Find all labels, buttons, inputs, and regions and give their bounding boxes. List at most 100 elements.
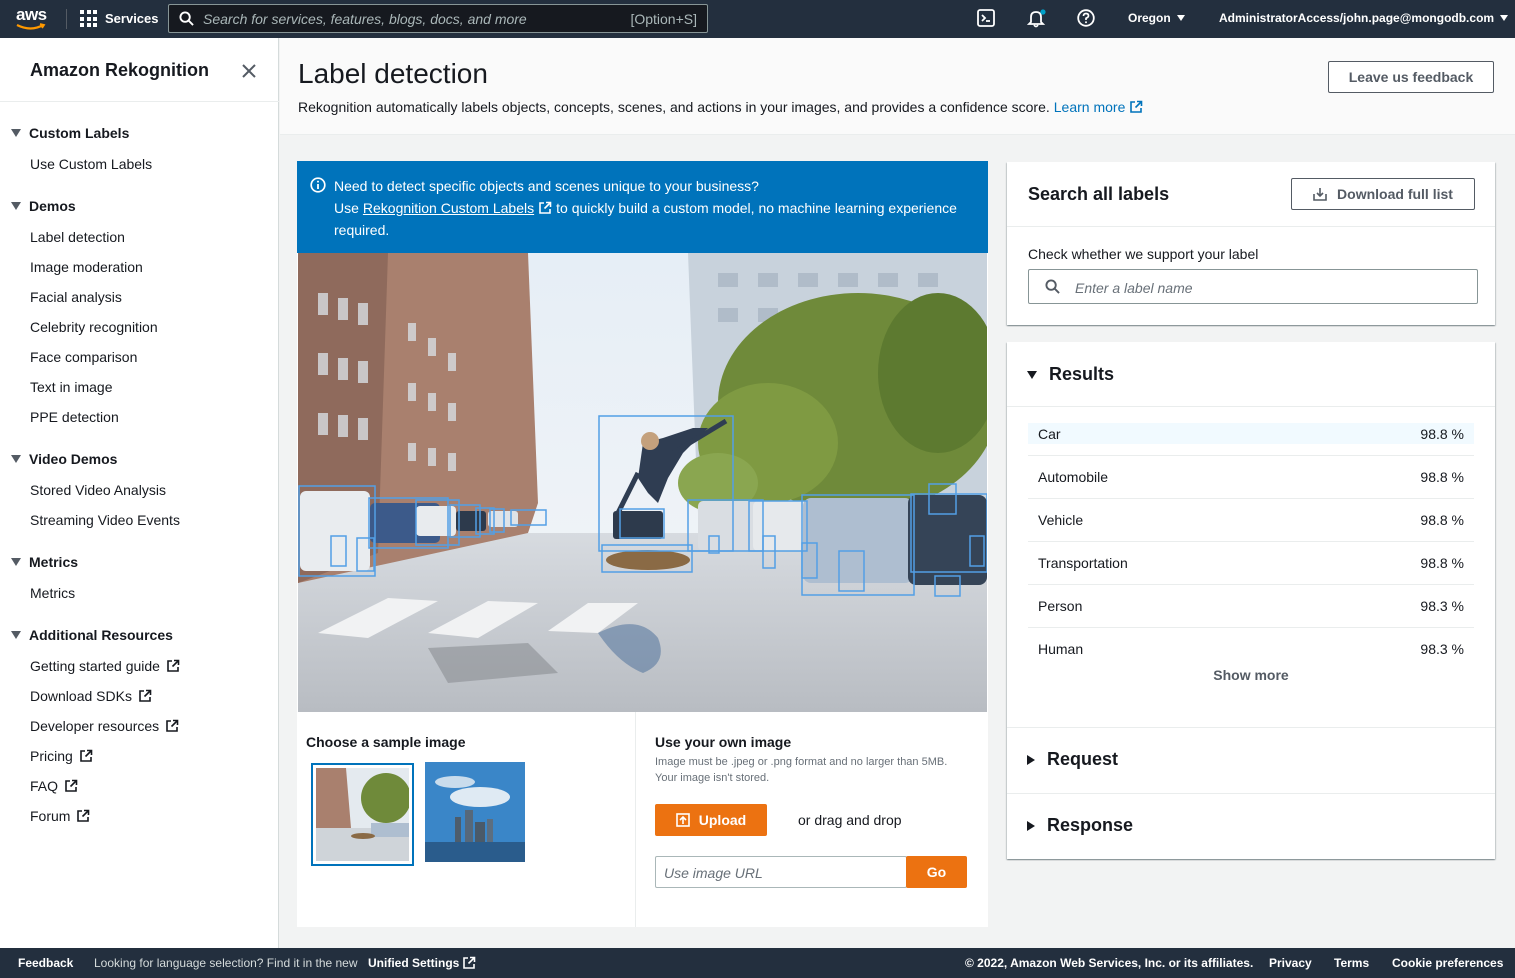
sample-thumbnail-city[interactable]	[425, 762, 525, 862]
image-url-input[interactable]: Use image URL	[655, 856, 907, 888]
label-search-input[interactable]: Enter a label name	[1028, 269, 1478, 304]
global-search-input[interactable]: Search for services, features, blogs, do…	[168, 4, 708, 33]
upload-label: Upload	[698, 812, 747, 828]
section-label: Video Demos	[29, 451, 118, 467]
sidebar-item-celebrity-recognition[interactable]: Celebrity recognition	[30, 319, 158, 335]
sidebar-section-metrics[interactable]: Metrics	[11, 554, 78, 570]
sidebar-item-streaming-video[interactable]: Streaming Video Events	[30, 512, 180, 528]
account-menu[interactable]: AdministratorAccess/john.page@mongodb.co…	[1219, 11, 1509, 25]
result-row-person[interactable]: Person 98.3 %	[1028, 595, 1474, 616]
analyzed-image	[298, 253, 987, 712]
unified-settings-link[interactable]: Unified Settings	[368, 956, 459, 970]
go-button[interactable]: Go	[906, 856, 967, 888]
external-link-icon	[166, 719, 179, 732]
external-link-icon	[167, 659, 180, 672]
info-icon	[310, 177, 326, 193]
external-link-icon	[539, 201, 552, 214]
sidebar-item-metrics[interactable]: Metrics	[30, 585, 75, 601]
aws-logo[interactable]: aws	[16, 5, 52, 33]
cloudshell-icon[interactable]	[977, 9, 995, 27]
close-icon[interactable]	[240, 62, 258, 80]
sidebar-item-developer-resources[interactable]: Developer resources	[30, 718, 179, 734]
footer-feedback-link[interactable]: Feedback	[18, 956, 73, 970]
custom-labels-link[interactable]: Rekognition Custom Labels	[363, 200, 534, 216]
region-label: Oregon	[1128, 11, 1171, 25]
sidebar-item-download-sdks[interactable]: Download SDKs	[30, 688, 152, 704]
sidebar-item-face-comparison[interactable]: Face comparison	[30, 349, 137, 365]
leave-feedback-button[interactable]: Leave us feedback	[1328, 61, 1494, 93]
sidebar-item-label: FAQ	[30, 778, 59, 794]
learn-more-link[interactable]: Learn more	[1054, 99, 1126, 115]
chevron-down-icon	[1500, 15, 1509, 21]
sidebar-item-label: Use Custom Labels	[30, 156, 153, 172]
sidebar-item-ppe-detection[interactable]: PPE detection	[30, 409, 119, 425]
sidebar-section-additional-resources[interactable]: Additional Resources	[11, 627, 173, 643]
request-accordion-header[interactable]: Request	[1027, 749, 1118, 770]
sidebar-item-image-moderation[interactable]: Image moderation	[30, 259, 143, 275]
aws-smile-icon	[16, 23, 46, 30]
sidebar-item-stored-video[interactable]: Stored Video Analysis	[30, 482, 166, 498]
page-description: Rekognition automatically labels objects…	[298, 99, 1143, 115]
result-row-car[interactable]: Car 98.8 %	[1028, 423, 1474, 444]
help-icon[interactable]	[1077, 9, 1095, 27]
result-label: Car	[1038, 425, 1061, 442]
result-row-human[interactable]: Human 98.3 %	[1028, 638, 1474, 659]
download-full-list-button[interactable]: Download full list	[1291, 178, 1475, 210]
result-row-automobile[interactable]: Automobile 98.8 %	[1028, 466, 1474, 487]
city-thumbnail-image	[425, 762, 525, 862]
row-divider	[1028, 584, 1474, 585]
side-navigation: Amazon Rekognition Custom Labels Use Cus…	[0, 38, 279, 948]
download-icon	[1313, 188, 1327, 201]
result-row-transportation[interactable]: Transportation 98.8 %	[1028, 552, 1474, 573]
sidebar-item-getting-started[interactable]: Getting started guide	[30, 658, 180, 674]
section-label: Additional Resources	[29, 627, 173, 643]
result-row-vehicle[interactable]: Vehicle 98.8 %	[1028, 509, 1474, 530]
sidebar-divider	[0, 101, 279, 102]
row-divider	[1028, 498, 1474, 499]
result-label: Automobile	[1038, 468, 1109, 485]
caret-down-icon	[11, 558, 21, 566]
sidebar-item-facial-analysis[interactable]: Facial analysis	[30, 289, 122, 305]
sidebar-item-use-custom-labels[interactable]: Use Custom Labels	[30, 156, 152, 172]
row-divider	[1028, 627, 1474, 628]
terms-link[interactable]: Terms	[1334, 956, 1369, 970]
search-shortcut: [Option+S]	[630, 10, 697, 27]
image-url-placeholder: Use image URL	[664, 865, 763, 881]
sidebar-item-label: Metrics	[30, 585, 76, 601]
sidebar-item-pricing[interactable]: Pricing	[30, 748, 93, 764]
top-navigation: aws Services Search for services, featur…	[0, 0, 1515, 38]
download-label: Download full list	[1337, 186, 1453, 202]
sidebar-item-forum[interactable]: Forum	[30, 808, 90, 824]
sidebar-item-label: Pricing	[30, 748, 73, 764]
result-confidence: 98.8 %	[1420, 468, 1464, 485]
sidebar-section-custom-labels[interactable]: Custom Labels	[11, 125, 129, 141]
sample-title: Choose a sample image	[306, 734, 466, 750]
search-icon	[1045, 279, 1060, 294]
sidebar-section-demos[interactable]: Demos	[11, 198, 76, 214]
sidebar-title[interactable]: Amazon Rekognition	[30, 60, 209, 81]
sample-thumbnail-street[interactable]	[311, 763, 414, 866]
sidebar-item-label: Getting started guide	[30, 658, 160, 674]
info-line-3: required.	[334, 222, 390, 238]
notifications-bell-icon[interactable]	[1027, 9, 1047, 28]
sidebar-section-video-demos[interactable]: Video Demos	[11, 451, 117, 467]
cookie-preferences-link[interactable]: Cookie preferences	[1392, 956, 1503, 970]
sidebar-item-label-detection[interactable]: Label detection	[30, 229, 125, 245]
privacy-link[interactable]: Privacy	[1269, 956, 1312, 970]
sidebar-item-faq[interactable]: FAQ	[30, 778, 78, 794]
search-icon	[179, 11, 194, 26]
response-accordion-header[interactable]: Response	[1027, 815, 1133, 836]
sidebar-item-label: PPE detection	[30, 409, 119, 425]
sidebar-item-text-in-image[interactable]: Text in image	[30, 379, 112, 395]
upload-button[interactable]: Upload	[655, 804, 767, 836]
results-divider	[1007, 793, 1495, 794]
results-accordion-header[interactable]: Results	[1027, 364, 1114, 385]
show-more-button[interactable]: Show more	[1007, 667, 1495, 683]
region-selector[interactable]: Oregon	[1128, 11, 1185, 25]
services-menu-button[interactable]: Services	[80, 10, 159, 27]
sidebar-item-label: Forum	[30, 808, 71, 824]
description-text: Rekognition automatically labels objects…	[298, 99, 1050, 115]
info-prefix: Use	[334, 200, 359, 216]
sidebar-item-label: Facial analysis	[30, 289, 122, 305]
panel-divider	[1007, 226, 1495, 227]
